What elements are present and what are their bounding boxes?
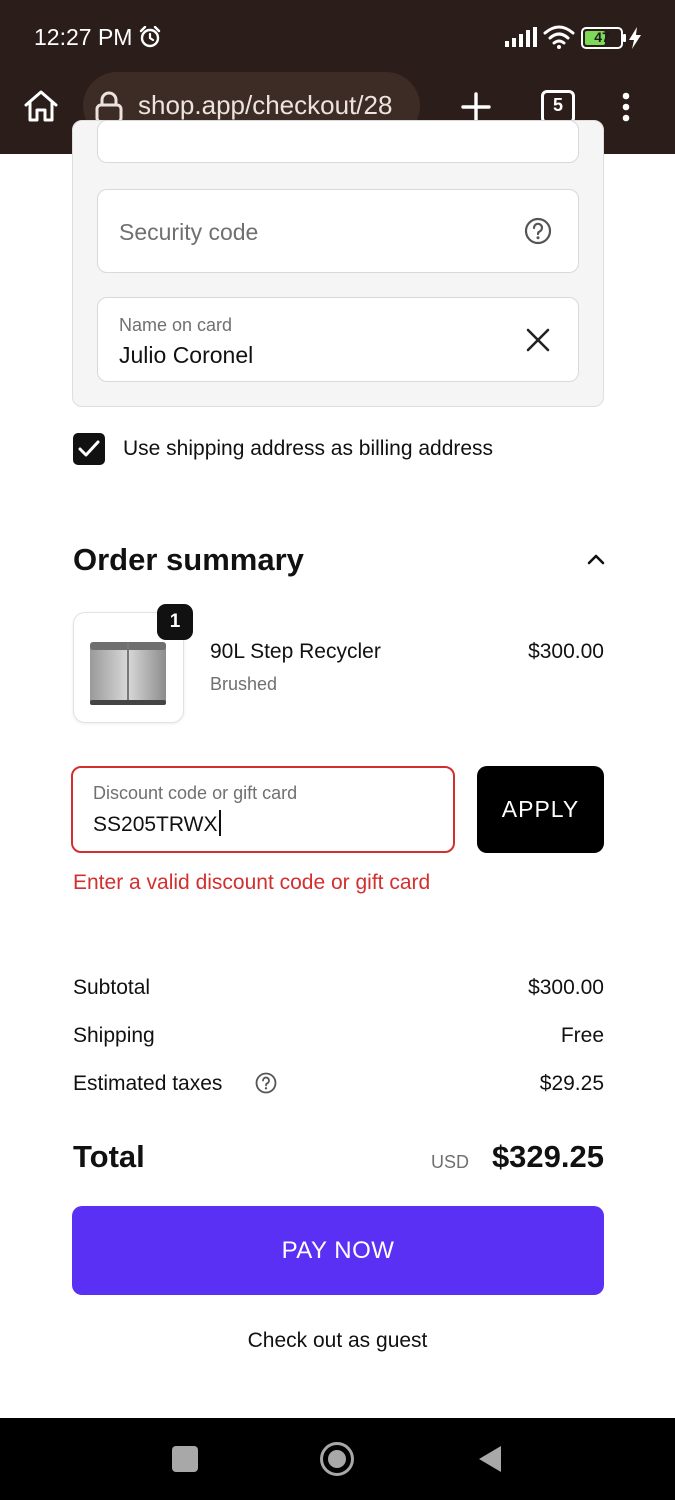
question-circle-icon[interactable] [255, 1072, 277, 1094]
battery-level: 47 [594, 29, 610, 45]
billing-address-label[interactable]: Use shipping address as billing address [123, 437, 493, 461]
quantity-badge: 1 [157, 604, 193, 640]
chevron-up-icon[interactable] [585, 551, 607, 567]
lock-icon [95, 91, 123, 123]
new-tab-icon[interactable] [460, 91, 492, 123]
card-field-partial[interactable] [97, 120, 579, 163]
name-on-card-label: Name on card [119, 315, 233, 335]
back-icon[interactable] [477, 1444, 503, 1474]
checkmark-icon [78, 440, 100, 457]
tabs-count[interactable]: 5 [541, 95, 575, 116]
product-price: $300.00 [528, 640, 604, 663]
shipping-value: Free [560, 1024, 604, 1047]
taxes-value: $29.25 [539, 1072, 604, 1095]
total-label: Total [73, 1139, 145, 1174]
product-name: 90L Step Recycler [210, 640, 381, 663]
order-summary-title: Order summary [73, 542, 304, 577]
pay-now-button[interactable]: PAY NOW [72, 1206, 604, 1295]
security-code-placeholder: Security code [119, 219, 259, 245]
subtotal-value: $300.00 [528, 976, 604, 999]
question-circle-icon[interactable] [524, 217, 552, 245]
shipping-label: Shipping [73, 1024, 155, 1047]
discount-code-label: Discount code or gift card [93, 783, 298, 803]
name-on-card-field[interactable] [97, 297, 579, 382]
total-value: $329.25 [491, 1139, 604, 1174]
recent-apps-icon[interactable] [172, 1446, 198, 1472]
close-icon[interactable] [524, 326, 552, 354]
taxes-label: Estimated taxes [73, 1072, 223, 1095]
name-on-card-value[interactable]: Julio Coronel [119, 342, 253, 369]
billing-address-checkbox[interactable] [73, 433, 105, 465]
discount-code-input[interactable]: SS205TRWX [93, 810, 221, 837]
status-time: 12:27 PM [34, 24, 133, 50]
product-variant: Brushed [210, 674, 278, 694]
subtotal-label: Subtotal [73, 976, 151, 999]
total-currency: USD [431, 1152, 470, 1172]
charge-icon [629, 27, 641, 49]
alarm-icon [139, 26, 161, 48]
apply-button[interactable]: APPLY [477, 766, 604, 853]
discount-code-text: SS205TRWX [93, 813, 218, 836]
checkout-as-guest-link[interactable]: Check out as guest [0, 1329, 675, 1353]
signal-icon [505, 27, 537, 47]
nav-home-icon[interactable] [319, 1441, 355, 1477]
home-icon[interactable] [22, 87, 60, 125]
text-caret [218, 810, 221, 836]
wifi-icon [543, 25, 575, 49]
discount-error-message: Enter a valid discount code or gift card [73, 871, 431, 894]
menu-icon[interactable] [620, 92, 632, 122]
trash-can-product-image [90, 642, 166, 705]
url-text[interactable]: shop.app/checkout/28 [138, 90, 410, 121]
